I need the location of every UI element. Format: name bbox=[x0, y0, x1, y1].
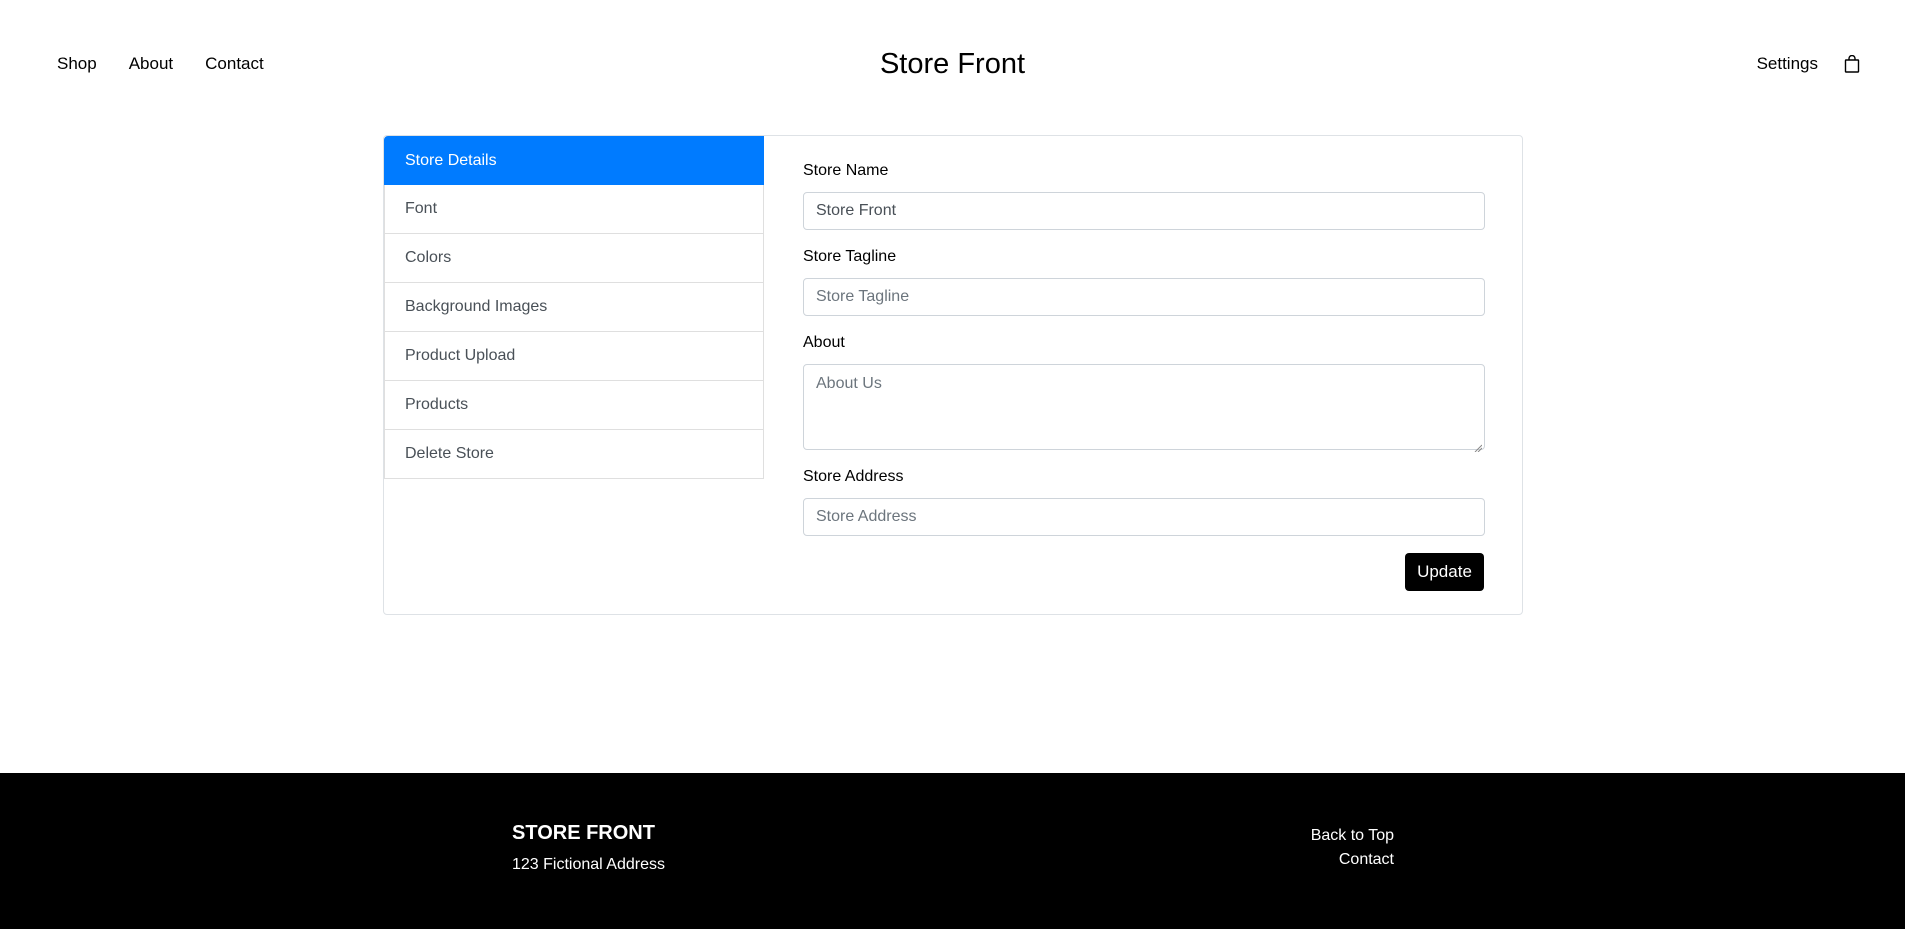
site-header: Shop About Contact Store Front Settings bbox=[0, 0, 1905, 130]
store-address-input[interactable]: Store Address bbox=[803, 498, 1485, 536]
about-placeholder: About Us bbox=[816, 375, 882, 392]
back-to-top-link[interactable]: Back to Top bbox=[1311, 824, 1394, 848]
secondary-nav: Settings bbox=[1757, 54, 1860, 74]
menu-item-product-upload[interactable]: Product Upload bbox=[384, 332, 764, 381]
about-label: About bbox=[803, 334, 845, 351]
update-button[interactable]: Update bbox=[1405, 553, 1484, 591]
store-tagline-input[interactable]: Store Tagline bbox=[803, 278, 1485, 316]
store-address-label: Store Address bbox=[803, 468, 904, 485]
settings-card: Store Details Font Colors Background Ima… bbox=[383, 135, 1523, 615]
about-textarea[interactable]: About Us bbox=[803, 364, 1485, 453]
menu-item-colors[interactable]: Colors bbox=[384, 234, 764, 283]
footer-address: 123 Fictional Address bbox=[512, 856, 665, 873]
site-footer: STORE FRONT 123 Fictional Address Back t… bbox=[0, 773, 1905, 929]
store-name-input[interactable]: Store Front bbox=[803, 192, 1485, 230]
menu-item-products[interactable]: Products bbox=[384, 381, 764, 430]
menu-item-font[interactable]: Font bbox=[384, 185, 764, 234]
nav-link-settings[interactable]: Settings bbox=[1757, 54, 1818, 74]
footer-brand: STORE FRONT bbox=[512, 822, 655, 844]
store-name-value: Store Front bbox=[816, 202, 897, 219]
menu-item-delete-store[interactable]: Delete Store bbox=[384, 430, 764, 479]
store-tagline-label: Store Tagline bbox=[803, 248, 897, 265]
menu-item-background-images[interactable]: Background Images bbox=[384, 283, 764, 332]
site-brand[interactable]: Store Front bbox=[0, 48, 1905, 81]
menu-item-store-details[interactable]: Store Details bbox=[384, 136, 764, 185]
resize-handle-icon[interactable] bbox=[1474, 439, 1483, 453]
shopping-bag-icon[interactable] bbox=[1844, 54, 1860, 73]
store-tagline-placeholder: Store Tagline bbox=[816, 288, 910, 305]
store-name-label: Store Name bbox=[803, 162, 889, 179]
store-address-placeholder: Store Address bbox=[816, 508, 917, 525]
footer-links: Back to Top Contact bbox=[1311, 824, 1394, 872]
settings-menu: Store Details Font Colors Background Ima… bbox=[384, 136, 764, 479]
footer-contact-link[interactable]: Contact bbox=[1311, 848, 1394, 872]
